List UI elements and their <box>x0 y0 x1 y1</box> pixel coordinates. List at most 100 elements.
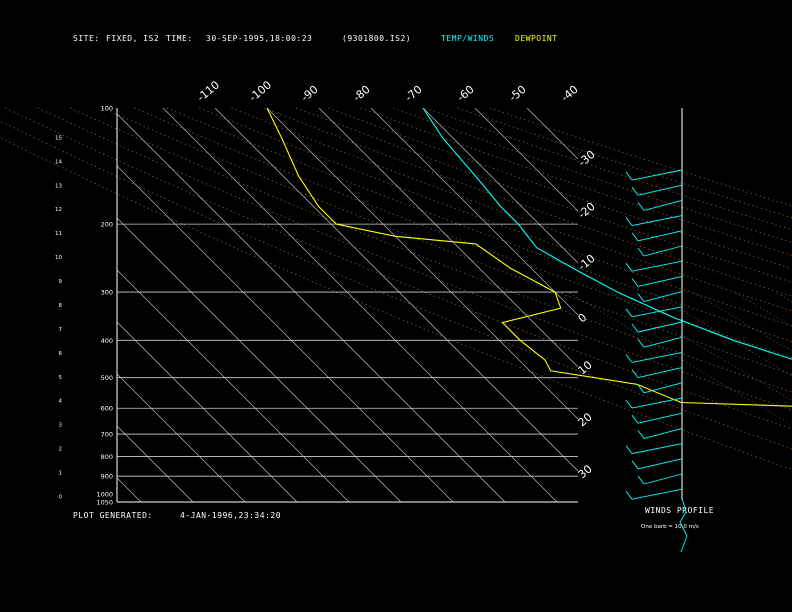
dry-adiabat <box>166 107 792 342</box>
wind-barb-flag <box>631 414 639 424</box>
height-tick-label: 11 <box>55 231 62 237</box>
temperature-tick-label: -10 <box>576 252 598 274</box>
dry-adiabat <box>37 107 792 411</box>
temperature-tick-label: -40 <box>559 83 581 105</box>
plot-generated-value: 4-JAN-1996,23:34:20 <box>180 511 281 520</box>
wind-barb <box>637 275 683 287</box>
height-tick-label: 15 <box>55 135 62 141</box>
height-tick-label: 9 <box>59 279 63 285</box>
pressure-tick-label: 700 <box>101 431 113 439</box>
isotherm-line <box>787 108 792 502</box>
temperature-tick-label: 10 <box>576 358 595 377</box>
wind-barb-flag <box>625 354 633 363</box>
wind-barb <box>643 473 683 485</box>
wind-barb-flag <box>625 171 633 181</box>
moist-adiabat <box>609 291 792 402</box>
isotherm-line <box>117 165 454 502</box>
isotherm-line <box>370 108 578 316</box>
temperature-tick-label: -110 <box>195 78 222 104</box>
wind-barb <box>637 321 683 333</box>
winds-profile-title: WINDS PROFILE <box>645 506 714 515</box>
pressure-tick-label: 100 <box>101 105 113 113</box>
pressure-tick-label: 300 <box>101 289 113 297</box>
wind-barb <box>631 397 683 409</box>
wind-barb-flag <box>637 202 645 211</box>
isotherm-line <box>318 108 578 368</box>
dry-adiabat <box>392 107 792 243</box>
wind-barb-flag <box>637 475 645 485</box>
time-label: TIME: <box>166 34 193 43</box>
pressure-tick-label: 1000 <box>96 490 113 498</box>
isotherm-line <box>117 477 142 502</box>
moist-adiabat <box>650 291 792 377</box>
wind-barb <box>643 427 683 439</box>
temperature-tick-label: -50 <box>507 83 529 105</box>
site-label: SITE: <box>73 34 100 43</box>
height-tick-label: 13 <box>55 183 62 189</box>
wind-barb <box>643 336 683 348</box>
height-tick-label: 7 <box>59 327 63 333</box>
isotherm-line <box>683 108 792 502</box>
dry-adiabat <box>134 107 792 359</box>
wind-barb <box>631 306 683 318</box>
height-tick-label: 12 <box>55 207 62 213</box>
dewpoint-line <box>266 107 792 407</box>
moist-adiabat <box>733 291 792 327</box>
isotherm-line <box>526 108 578 160</box>
wind-barb <box>643 245 683 257</box>
dry-adiabat <box>489 107 792 207</box>
pressure-tick-label: 200 <box>101 221 113 229</box>
wind-barb <box>637 458 683 470</box>
wind-barb <box>643 382 683 394</box>
temperature-tick-label: -60 <box>455 83 477 105</box>
wind-barb <box>631 488 683 500</box>
height-tick-label: 0 <box>59 494 63 500</box>
isotherm-line <box>117 425 194 502</box>
isotherm-group <box>117 108 792 502</box>
wind-barb-flag <box>631 323 639 333</box>
wind-barb-flag <box>625 399 633 409</box>
isotherm-line <box>214 108 578 472</box>
wind-barb <box>637 184 683 196</box>
wind-barb <box>643 199 683 211</box>
temperature-tick-label: 30 <box>576 462 595 481</box>
wind-barb <box>631 260 683 272</box>
isotherm-line <box>117 373 246 502</box>
isotherm-line <box>631 108 792 502</box>
wind-barb <box>643 291 683 303</box>
pressure-tick-label: 900 <box>101 473 113 481</box>
wind-barb-flag <box>637 293 645 302</box>
wind-barb-flag <box>631 460 639 470</box>
skewt-chart: SITE: FIXED, IS2 TIME: 30-SEP-1995,18:00… <box>0 34 792 553</box>
wind-barb-flag <box>631 369 639 378</box>
dry-adiabat <box>102 107 792 375</box>
wind-barb-flag <box>631 278 639 287</box>
plot-generated-label: PLOT GENERATED: <box>73 511 153 520</box>
series-layer <box>266 107 792 407</box>
height-tick-label: 1 <box>59 471 63 477</box>
isotherm-line <box>579 108 792 502</box>
dry-adiabat <box>425 107 792 231</box>
wind-barb-flag <box>637 430 645 439</box>
wind-barb <box>637 412 683 424</box>
dry-adiabat <box>198 107 792 327</box>
dry-adiabat <box>457 107 792 219</box>
isotherm-line <box>117 321 298 502</box>
wind-barb-flag <box>625 445 633 454</box>
temperature-tick-label: 0 <box>576 311 590 325</box>
temperature-tick-label: -100 <box>247 78 274 104</box>
temperature-tick-label: -20 <box>576 200 598 222</box>
wind-barb-flag <box>637 338 645 348</box>
isotherm-line <box>162 108 558 502</box>
wind-barb-flag <box>637 247 645 257</box>
dry-adiabat <box>5 107 792 430</box>
height-tick-label: 4 <box>59 399 63 405</box>
height-tick-label: 3 <box>59 423 63 429</box>
pressure-tick-label: 1050 <box>96 499 113 507</box>
pressure-tick-label: 500 <box>101 374 113 382</box>
wind-barb <box>631 351 683 363</box>
temperature-tick-label: -70 <box>403 83 425 105</box>
temperature-tick-label: -80 <box>351 83 373 105</box>
dry-adiabat <box>263 107 792 297</box>
wind-barb-flag <box>625 262 633 272</box>
